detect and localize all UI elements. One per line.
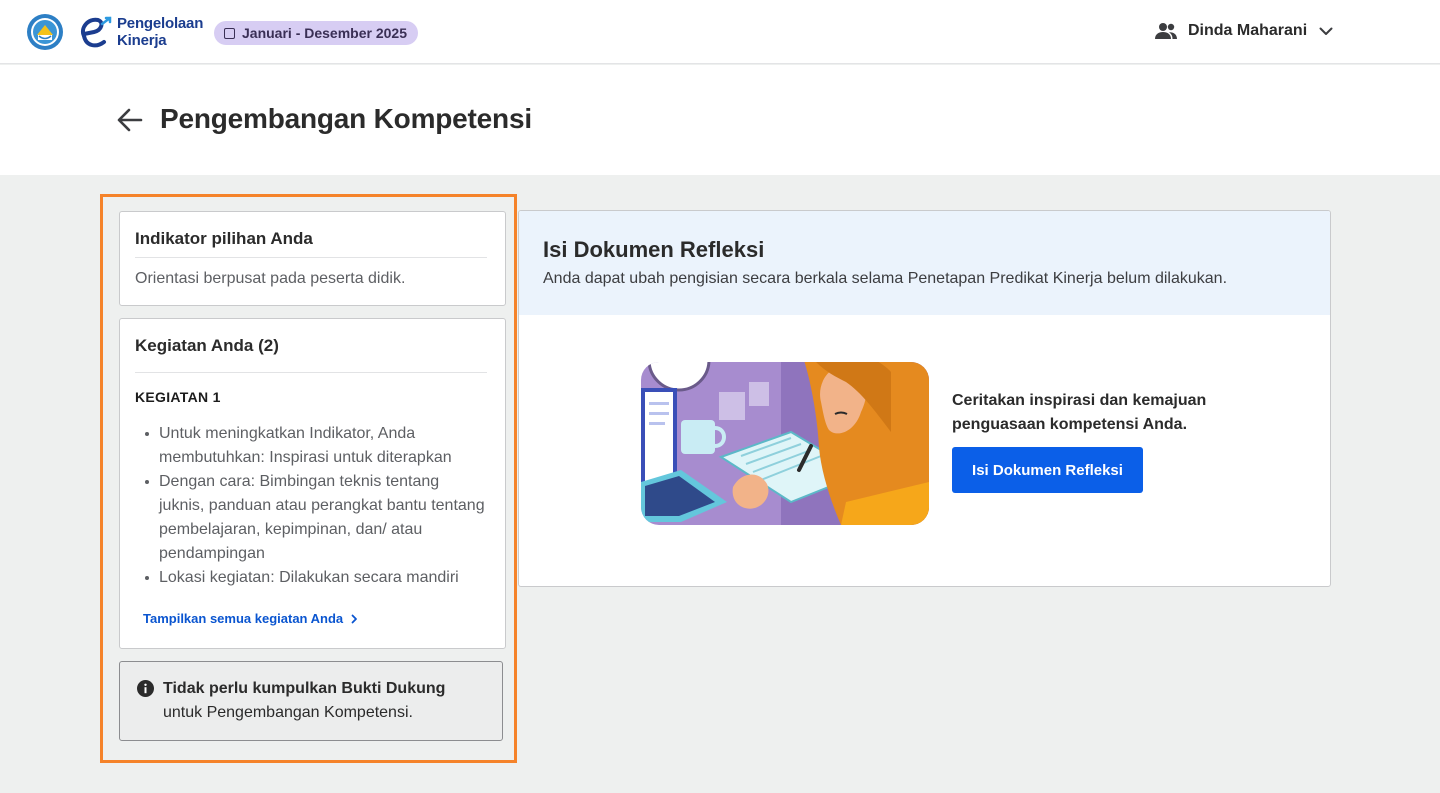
square-icon (224, 27, 235, 39)
refleksi-cta-text: Ceritakan inspirasi dan kemajuan penguas… (952, 392, 1207, 433)
indikator-heading: Indikator pilihan Anda (135, 229, 313, 248)
kegiatan-card: Kegiatan Anda (2) KEGIATAN 1 Untuk menin… (119, 318, 506, 649)
list-item: Lokasi kegiatan: Dilakukan secara mandir… (135, 566, 485, 590)
period-text: Januari - Desember 2025 (242, 25, 407, 41)
kegiatan-label: KEGIATAN 1 (135, 389, 221, 405)
chevron-right-icon[interactable] (351, 614, 358, 624)
info-icon (137, 680, 154, 697)
user-name[interactable]: Dinda Maharani (1188, 22, 1307, 40)
user-menu[interactable]: Dinda Maharani (1154, 18, 1333, 44)
users-icon (1155, 23, 1177, 39)
period-badge: Januari - Desember 2025 (214, 21, 418, 45)
kegiatan-list: Untuk meningkatkan Indikator, Anda membu… (135, 422, 485, 590)
brand-line-2: Kinerja (117, 32, 167, 49)
list-item: Untuk meningkatkan Indikator, Anda membu… (135, 422, 485, 470)
note-title: Tidak perlu kumpulkan Bukti Dukung (163, 680, 446, 697)
divider (135, 372, 487, 373)
refleksi-header: Isi Dokumen Refleksi Anda dapat ubah pen… (519, 211, 1330, 315)
page-title: Pengembangan Kompetensi (160, 103, 532, 134)
indikator-card: Indikator pilihan Anda Orientasi berpusa… (119, 211, 506, 306)
brand-line-1: Pengelolaan (117, 15, 204, 32)
chevron-down-icon[interactable] (1319, 27, 1333, 36)
kemendikbud-logo[interactable] (26, 13, 64, 51)
isi-dokumen-refleksi-button[interactable]: Isi Dokumen Refleksi (952, 447, 1143, 493)
kegiatan-heading: Kegiatan Anda (2) (135, 336, 279, 355)
refleksi-panel: Isi Dokumen Refleksi Anda dapat ubah pen… (518, 210, 1331, 587)
refleksi-subtitle: Anda dapat ubah pengisian secara berkala… (543, 270, 1228, 287)
reflection-illustration (641, 362, 929, 525)
top-bar: Pengelolaan Kinerja Januari - Desember 2… (0, 0, 1440, 64)
show-all-kegiatan-link[interactable]: Tampilkan semua kegiatan Anda (143, 611, 358, 626)
title-band: Pengembangan Kompetensi (0, 65, 1440, 175)
indikator-text: Orientasi berpusat pada peserta didik. (135, 270, 406, 287)
list-item: Dengan cara: Bimbingan teknis tentang ju… (135, 470, 485, 566)
brand-name: Pengelolaan Kinerja (117, 15, 203, 49)
arrow-left-icon[interactable] (116, 106, 144, 134)
pengelolaan-kinerja-logo[interactable] (78, 14, 112, 50)
refleksi-title: Isi Dokumen Refleksi (543, 237, 765, 262)
show-all-label[interactable]: Tampilkan semua kegiatan Anda (143, 611, 343, 626)
note-text: untuk Pengembangan Kompetensi. (163, 704, 413, 721)
bukti-dukung-note: Tidak perlu kumpulkan Bukti Dukung untuk… (119, 661, 503, 741)
divider (135, 257, 487, 258)
